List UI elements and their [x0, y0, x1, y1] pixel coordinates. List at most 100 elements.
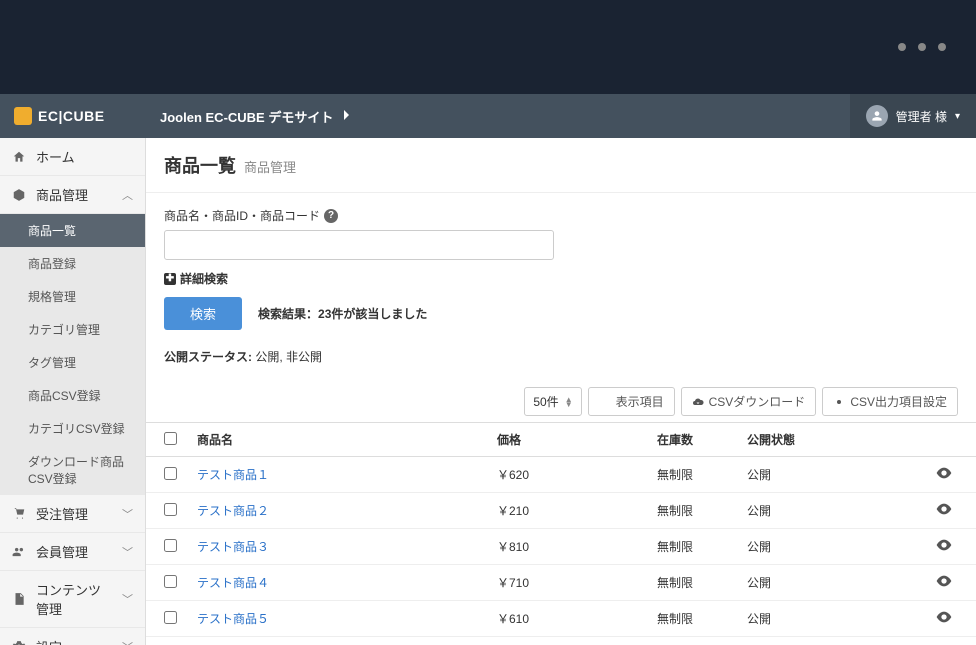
nav-label: 受注管理: [36, 504, 88, 523]
sidebar-sub-category[interactable]: カテゴリ管理: [0, 313, 145, 346]
eye-icon[interactable]: [936, 467, 952, 479]
sidebar-sub-csv-category[interactable]: カテゴリCSV登録: [0, 412, 145, 445]
cell-stock: 無制限: [647, 601, 737, 637]
cell-status: 公開: [737, 493, 887, 529]
eye-icon[interactable]: [936, 503, 952, 515]
sidebar: ホーム 商品管理 ︿ 商品一覧 商品登録 規格管理 カテゴリ管理 タグ管理 商品…: [0, 138, 146, 645]
row-checkbox[interactable]: [164, 503, 177, 516]
chevron-up-icon: ︿: [122, 187, 133, 203]
table-row: テスト商品２￥210無制限公開: [146, 493, 976, 529]
chevron-down-icon: ﹀: [122, 544, 133, 560]
dot-icon: [918, 43, 926, 51]
display-fields-button[interactable]: 表示項目: [588, 387, 675, 416]
search-result-text: 検索結果：23件が該当しました: [258, 305, 427, 322]
product-name-link[interactable]: テスト商品２: [197, 504, 269, 518]
search-input[interactable]: [164, 230, 554, 260]
cell-status: 公開: [737, 457, 887, 493]
gear-icon: [833, 396, 845, 408]
sidebar-sub-csv-product[interactable]: 商品CSV登録: [0, 379, 145, 412]
sidebar-submenu-product: 商品一覧 商品登録 規格管理 カテゴリ管理 タグ管理 商品CSV登録 カテゴリC…: [0, 214, 145, 495]
nav-label: コンテンツ管理: [36, 580, 112, 618]
cell-status: 公開: [737, 601, 887, 637]
product-name-link[interactable]: テスト商品３: [197, 540, 269, 554]
table-header-row: 商品名 価格 在庫数 公開状態: [146, 423, 976, 457]
chevron-down-icon: ﹀: [122, 591, 133, 607]
cell-stock: 無制限: [647, 457, 737, 493]
sidebar-item-settings[interactable]: 設定 ﹀: [0, 628, 145, 645]
browser-chrome: [0, 0, 976, 94]
sidebar-sub-spec[interactable]: 規格管理: [0, 280, 145, 313]
advanced-search-label: 詳細検索: [180, 270, 228, 287]
select-all-checkbox[interactable]: [164, 432, 177, 445]
sidebar-item-content[interactable]: コンテンツ管理 ﹀: [0, 571, 145, 628]
sidebar-item-member[interactable]: 会員管理 ﹀: [0, 533, 145, 571]
sliders-icon: [599, 396, 611, 408]
sidebar-sub-product-list[interactable]: 商品一覧: [0, 214, 145, 247]
cell-stock: 無制限: [647, 565, 737, 601]
page-title: 商品一覧: [164, 152, 236, 178]
logo[interactable]: EC|CUBE: [0, 94, 146, 138]
help-icon[interactable]: ?: [324, 209, 338, 223]
dot-icon: [938, 43, 946, 51]
status-filter-row: 公開ステータス: 公開, 非公開: [146, 344, 976, 379]
table-controls: 50件 ▲▼ 表示項目 CSVダウンロード CSV出力項目設定: [146, 379, 976, 422]
row-checkbox[interactable]: [164, 575, 177, 588]
cart-icon: [12, 507, 26, 521]
cell-status: 公開: [737, 529, 887, 565]
th-name: 商品名: [187, 423, 487, 457]
dot-icon: [898, 43, 906, 51]
eye-icon[interactable]: [936, 539, 952, 551]
advanced-search-toggle[interactable]: ✚ 詳細検索: [164, 270, 958, 287]
product-name-link[interactable]: テスト商品４: [197, 576, 269, 590]
sidebar-sub-tag[interactable]: タグ管理: [0, 346, 145, 379]
row-checkbox[interactable]: [164, 539, 177, 552]
product-table: 商品名 価格 在庫数 公開状態 テスト商品１￥620無制限公開テスト商品２￥21…: [146, 422, 976, 645]
cell-price: ￥810: [487, 529, 647, 565]
user-avatar-icon: [866, 105, 888, 127]
cell-status: 公開: [737, 637, 887, 645]
user-label: 管理者 様: [896, 108, 947, 125]
th-price: 価格: [487, 423, 647, 457]
chevron-right-icon: [343, 109, 351, 124]
table-row: テスト商品５￥610無制限公開: [146, 601, 976, 637]
product-name-link[interactable]: テスト商品５: [197, 612, 269, 626]
sidebar-item-home[interactable]: ホーム: [0, 138, 145, 176]
nav-label: 商品管理: [36, 185, 88, 204]
sidebar-sub-product-register[interactable]: 商品登録: [0, 247, 145, 280]
eye-icon[interactable]: [936, 575, 952, 587]
gear-icon: [12, 640, 26, 645]
search-button[interactable]: 検索: [164, 297, 242, 330]
page-size-select[interactable]: 50件 ▲▼: [524, 387, 581, 416]
main-content: 商品一覧 商品管理 商品名・商品ID・商品コード ? ✚ 詳細検索 検索 検索結…: [146, 138, 976, 645]
csv-fields-button[interactable]: CSV出力項目設定: [822, 387, 958, 416]
eye-icon[interactable]: [936, 611, 952, 623]
cell-price: ￥710: [487, 565, 647, 601]
page-header: 商品一覧 商品管理: [146, 138, 976, 193]
th-status: 公開状態: [737, 423, 887, 457]
sidebar-sub-csv-download[interactable]: ダウンロード商品CSV登録: [0, 445, 145, 495]
chevron-down-icon: ﹀: [122, 506, 133, 522]
product-name-link[interactable]: テスト商品１: [197, 468, 269, 482]
csv-fields-label: CSV出力項目設定: [850, 393, 947, 410]
plus-icon: ✚: [164, 273, 176, 285]
row-checkbox[interactable]: [164, 611, 177, 624]
cell-price: ￥210: [487, 493, 647, 529]
search-label: 商品名・商品ID・商品コード ?: [164, 207, 958, 224]
csv-download-button[interactable]: CSVダウンロード: [681, 387, 817, 416]
page-size-value: 50件: [533, 393, 558, 410]
file-icon: [12, 592, 26, 606]
site-name[interactable]: Joolen EC-CUBE デモサイト: [146, 107, 850, 126]
row-checkbox[interactable]: [164, 467, 177, 480]
cell-status: 公開: [737, 565, 887, 601]
user-menu[interactable]: 管理者 様 ▾: [850, 94, 976, 138]
sidebar-item-product-mgmt[interactable]: 商品管理 ︿: [0, 176, 145, 214]
site-name-text: Joolen EC-CUBE デモサイト: [160, 107, 333, 126]
table-row: テスト商品６￥510無制限公開: [146, 637, 976, 645]
logo-text: EC|CUBE: [38, 108, 105, 124]
sidebar-item-order[interactable]: 受注管理 ﹀: [0, 495, 145, 533]
chevron-down-icon: ﹀: [122, 639, 133, 645]
cube-icon: [12, 188, 26, 202]
browser-dots: [898, 43, 946, 51]
table-row: テスト商品４ ￥710無制限公開: [146, 565, 976, 601]
table-row: テスト商品３￥810無制限公開: [146, 529, 976, 565]
